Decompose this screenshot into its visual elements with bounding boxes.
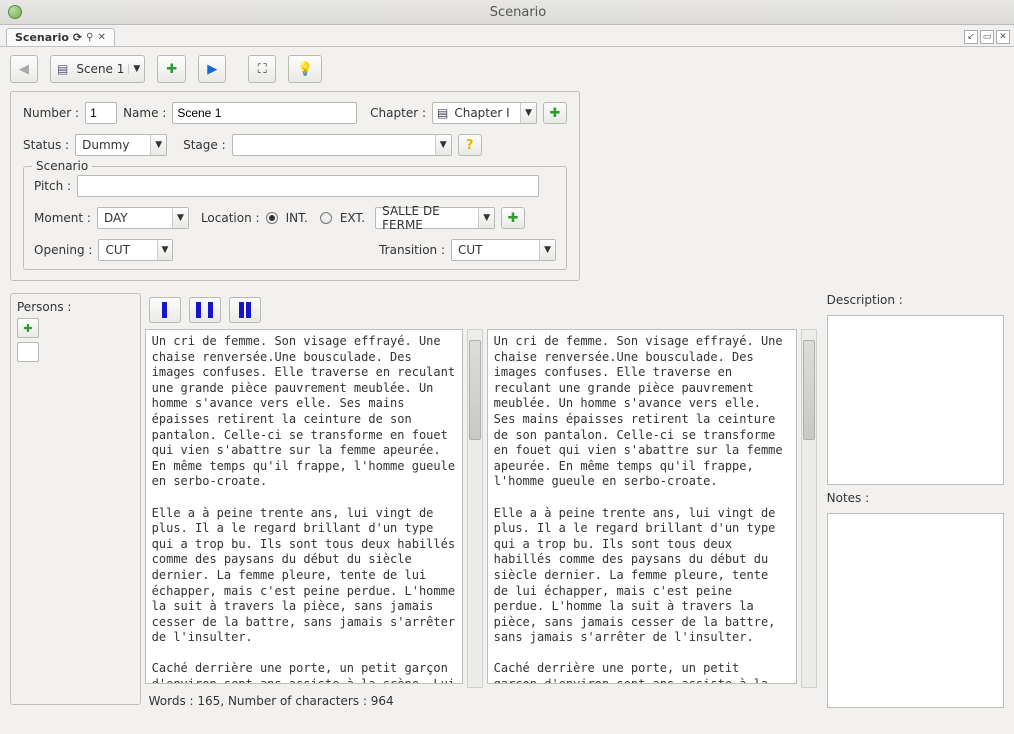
expand-icon: ⛶ — [258, 62, 267, 77]
location-label: Location : — [201, 211, 260, 225]
chevron-down-icon[interactable]: ▼ — [478, 208, 494, 228]
description-label: Description : — [827, 293, 1004, 307]
description-box[interactable] — [827, 315, 1004, 485]
window-titlebar: Scenario — [0, 0, 1014, 25]
add-person-button[interactable]: ✚ — [17, 318, 39, 338]
fullscreen-button[interactable]: ⛶ — [248, 55, 276, 83]
editor-column: Un cri de femme. Son visage effrayé. Une… — [145, 293, 817, 708]
script-text-left[interactable]: Un cri de femme. Son visage effrayé. Une… — [145, 329, 463, 684]
chevron-down-icon[interactable]: ▼ — [128, 64, 144, 74]
transition-label: Transition : — [379, 243, 445, 257]
scene-selector[interactable]: ▤ Scene 1 ▼ — [50, 55, 145, 83]
script-text-right[interactable]: Un cri de femme. Son visage effrayé. Une… — [487, 329, 797, 684]
scenario-legend: Scenario — [32, 159, 92, 173]
notes-box[interactable] — [827, 513, 1004, 708]
document-icon: ▤ — [51, 62, 72, 76]
transition-selector[interactable]: CUT ▼ — [451, 239, 556, 261]
add-chapter-button[interactable]: ✚ — [543, 102, 567, 124]
chevron-down-icon[interactable]: ▼ — [520, 103, 536, 123]
moment-selector[interactable]: DAY ▼ — [97, 207, 189, 229]
number-label: Number : — [23, 106, 79, 120]
chapter-selector[interactable]: ▤ Chapter I ▼ — [432, 102, 537, 124]
scenario-fieldset: Scenario Pitch : Moment : DAY ▼ Location… — [23, 166, 567, 270]
play-button[interactable]: ▶ — [198, 55, 226, 83]
scrollbar-thumb[interactable] — [803, 340, 815, 440]
play-icon: ▶ — [207, 62, 217, 77]
person-slot[interactable] — [17, 342, 39, 362]
moment-value: DAY — [98, 211, 172, 225]
chapter-label: Chapter : — [370, 106, 426, 120]
help-icon: ? — [466, 138, 474, 153]
layout-double-button[interactable] — [189, 297, 221, 323]
editor-toolbar — [145, 293, 817, 329]
back-button[interactable]: ◀ — [10, 55, 38, 83]
add-location-button[interactable]: ✚ — [501, 207, 525, 229]
scrollbar-thumb[interactable] — [469, 340, 481, 440]
word-count-stats: Words : 165, Number of characters : 964 — [145, 688, 817, 708]
main-toolbar: ◀ ▤ Scene 1 ▼ ✚ ▶ ⛶ 💡 — [10, 55, 1004, 83]
panel-min-icon[interactable]: ▭ — [980, 30, 994, 44]
add-scene-button[interactable]: ✚ — [157, 55, 186, 83]
status-selector[interactable]: Dummy ▼ — [75, 134, 167, 156]
ext-label: EXT. — [340, 211, 365, 225]
moment-label: Moment : — [34, 211, 91, 225]
stage-help-button[interactable]: ? — [458, 134, 482, 156]
location-selector[interactable]: SALLE DE FERME ▼ — [375, 207, 495, 229]
number-field[interactable] — [85, 102, 117, 124]
tab-bar: Scenario ⟳ ⚲ ✕ ↙ ▭ ✕ — [0, 25, 1014, 47]
scrollbar[interactable] — [801, 329, 817, 688]
plus-icon: ✚ — [550, 106, 561, 121]
opening-label: Opening : — [34, 243, 92, 257]
name-field[interactable] — [172, 102, 357, 124]
opening-selector[interactable]: CUT ▼ — [98, 239, 173, 261]
status-value: Dummy — [76, 138, 150, 152]
layout-split-button[interactable] — [229, 297, 261, 323]
panel-close-icon[interactable]: ✕ — [996, 30, 1010, 44]
tab-label: Scenario — [15, 31, 69, 44]
window-title: Scenario — [30, 5, 1006, 20]
side-panels: Description : Notes : — [821, 293, 1004, 708]
tab-scenario[interactable]: Scenario ⟳ ⚲ ✕ — [6, 28, 115, 46]
status-label: Status : — [23, 138, 69, 152]
panel-restore-icon[interactable]: ↙ — [964, 30, 978, 44]
layout-single-button[interactable] — [149, 297, 181, 323]
scene-selector-label: Scene 1 — [72, 62, 128, 76]
chevron-down-icon[interactable]: ▼ — [172, 208, 188, 228]
pin-icon[interactable]: ⚲ — [86, 32, 93, 43]
plus-icon: ✚ — [166, 62, 177, 77]
pitch-field[interactable] — [77, 175, 539, 197]
chevron-down-icon[interactable]: ▼ — [435, 135, 451, 155]
persons-panel: Persons : ✚ — [10, 293, 141, 705]
idea-button[interactable]: 💡 — [288, 55, 322, 83]
plus-icon: ✚ — [508, 211, 519, 226]
chevron-left-icon: ◀ — [19, 62, 29, 77]
pitch-label: Pitch : — [34, 179, 71, 193]
chapter-value: Chapter I — [448, 106, 520, 120]
chevron-down-icon[interactable]: ▼ — [539, 240, 555, 260]
stage-selector[interactable]: ▼ — [232, 134, 452, 156]
document-icon: ▤ — [433, 106, 448, 120]
tab-close-icon[interactable]: ✕ — [97, 32, 105, 43]
persons-label: Persons : — [17, 300, 134, 314]
name-label: Name : — [123, 106, 166, 120]
transition-value: CUT — [452, 243, 539, 257]
notes-label: Notes : — [827, 491, 1004, 505]
scrollbar[interactable] — [467, 329, 483, 688]
location-value: SALLE DE FERME — [376, 204, 478, 232]
int-label: INT. — [286, 211, 308, 225]
reload-icon[interactable]: ⟳ — [73, 31, 82, 44]
scene-form: Number : Name : Chapter : ▤ Chapter I ▼ … — [10, 91, 580, 281]
bulb-icon: 💡 — [297, 62, 313, 77]
window-close-icon[interactable] — [8, 5, 22, 19]
chevron-down-icon[interactable]: ▼ — [150, 135, 166, 155]
ext-radio[interactable] — [320, 212, 332, 224]
stage-label: Stage : — [183, 138, 226, 152]
opening-value: CUT — [99, 243, 156, 257]
panel-controls: ↙ ▭ ✕ — [964, 30, 1014, 46]
int-radio[interactable] — [266, 212, 278, 224]
chevron-down-icon[interactable]: ▼ — [157, 240, 173, 260]
plus-icon: ✚ — [23, 322, 32, 335]
